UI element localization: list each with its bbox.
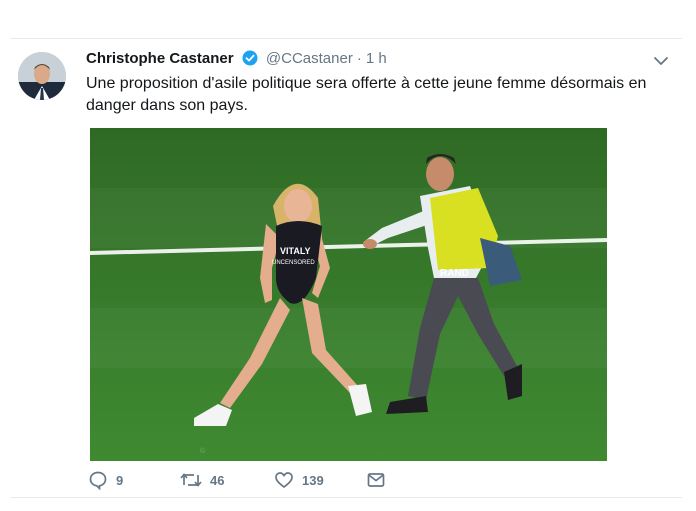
like-icon bbox=[275, 472, 293, 489]
like-action[interactable]: 139 bbox=[274, 470, 324, 490]
tweet-header: Christophe Castaner @CCastaner · 1 h bbox=[86, 50, 387, 70]
like-count: 139 bbox=[302, 472, 324, 488]
dm-action[interactable] bbox=[366, 470, 386, 490]
author-handle[interactable]: @CCastaner bbox=[266, 50, 353, 67]
timestamp[interactable]: 1 h bbox=[366, 50, 387, 67]
dm-icon bbox=[367, 473, 385, 487]
verified-badge-icon bbox=[242, 50, 258, 70]
avatar-image bbox=[18, 52, 66, 100]
reply-action[interactable]: 9 bbox=[88, 470, 123, 490]
photo-illustration: VITALY UNCENSORED ST RAND © bbox=[90, 128, 607, 461]
vest-text-2: RAND bbox=[440, 268, 469, 279]
author-name[interactable]: Christophe Castaner bbox=[86, 50, 234, 67]
reply-count: 9 bbox=[116, 472, 124, 488]
retweet-count: 46 bbox=[210, 472, 225, 488]
bib-text-1: VITALY bbox=[280, 246, 311, 256]
tweet-photo[interactable]: VITALY UNCENSORED ST RAND © bbox=[90, 128, 607, 461]
chevron-down-icon[interactable] bbox=[652, 54, 670, 68]
reply-icon bbox=[89, 471, 107, 490]
tweet-text: Une proposition d'asile politique sera o… bbox=[86, 75, 647, 114]
photo-watermark: © bbox=[200, 447, 206, 455]
retweet-icon bbox=[180, 473, 202, 487]
retweet-action[interactable]: 46 bbox=[180, 470, 224, 490]
bib-text-2: UNCENSORED bbox=[272, 260, 315, 266]
separator: · bbox=[356, 50, 362, 67]
avatar[interactable] bbox=[18, 52, 66, 100]
